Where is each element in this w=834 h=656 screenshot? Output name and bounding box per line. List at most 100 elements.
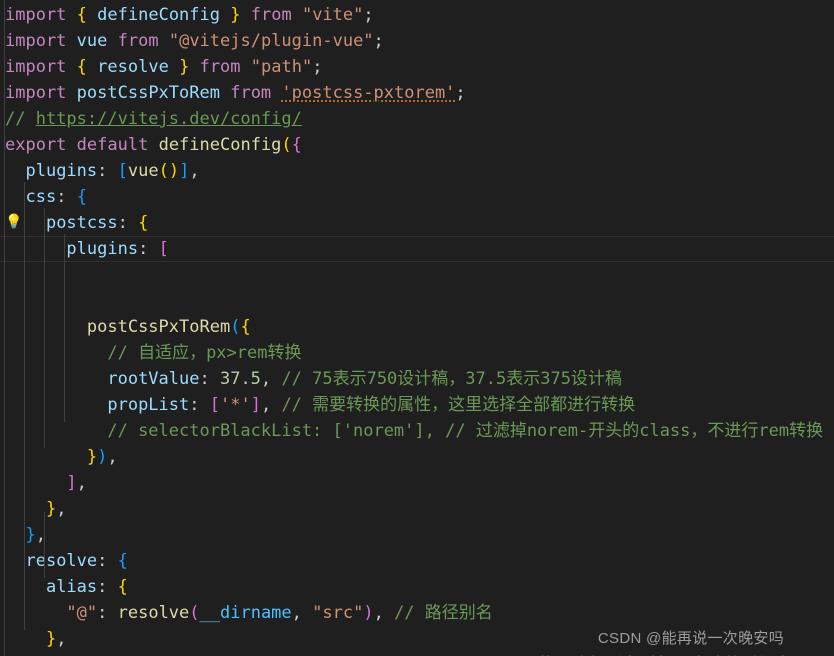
code-line[interactable]: }, xyxy=(0,626,834,652)
code-line[interactable]: import { resolve } from "path"; xyxy=(0,54,834,80)
code-token: ) xyxy=(97,447,108,467)
code-token: export xyxy=(5,135,67,155)
code-token: , xyxy=(35,525,46,545)
lightbulb-icon[interactable]: 💡 xyxy=(5,214,22,230)
code-token: ; xyxy=(373,31,384,51)
code-token: // 75表示750设计稿，37.5表示375设计稿 xyxy=(281,369,622,389)
code-line[interactable]: alias: { xyxy=(0,574,834,600)
code-token: } xyxy=(45,499,57,519)
code-editor[interactable]: import { defineConfig } from "vite"; impo… xyxy=(0,0,834,656)
code-token: postCssPxToRem xyxy=(76,83,220,103)
code-token: { xyxy=(76,5,87,25)
code-token: __dirname xyxy=(199,603,292,623)
code-token: { xyxy=(138,213,149,233)
code-token: , xyxy=(189,161,200,181)
code-token: // selectorBlackList: ['norem'], // 过滤掉n… xyxy=(107,421,824,441)
code-token: , xyxy=(56,629,67,649)
code-token: , xyxy=(56,499,67,519)
code-line[interactable]: plugins: [vue()], xyxy=(0,158,834,184)
code-line[interactable]: css: { xyxy=(0,184,834,210)
code-line[interactable]: }), xyxy=(0,444,834,470)
code-line[interactable]: postcss: { xyxy=(0,210,834,236)
code-line[interactable]: import postCssPxToRem from 'postcss-pxto… xyxy=(0,80,834,106)
code-token: ( xyxy=(281,135,292,155)
code-line[interactable]: "@": resolve(__dirname, "src"), // 路径别名 xyxy=(0,600,834,626)
code-token: import xyxy=(5,31,67,51)
code-token: : xyxy=(189,395,210,415)
code-line[interactable]: import { defineConfig } from "vite"; xyxy=(0,2,834,28)
code-token: plugins xyxy=(25,161,98,181)
code-token: : xyxy=(199,369,220,389)
code-line[interactable]: export default defineConfig({ xyxy=(0,132,834,158)
code-token: , xyxy=(260,395,282,415)
code-token: propList xyxy=(107,395,190,415)
code-token: resolve xyxy=(25,551,98,571)
code-line[interactable]: }, xyxy=(0,496,834,522)
code-token: // 自适应，px>rem转换 xyxy=(107,343,302,363)
code-token: ] xyxy=(179,161,190,181)
code-token: { xyxy=(117,577,128,597)
code-token: "vite" xyxy=(301,5,364,25)
code-token: rootValue xyxy=(107,369,200,389)
code-line[interactable]: plugins: [ xyxy=(0,236,834,262)
code-line[interactable]: ], xyxy=(0,470,834,496)
code-line[interactable]: propList: ['*'], // 需要转换的属性，这里选择全部都进行转换 xyxy=(0,392,834,418)
code-line[interactable]: // https://vitejs.dev/config/ xyxy=(0,106,834,132)
code-token: "src" xyxy=(312,603,364,623)
code-content[interactable]: import { defineConfig } from "vite"; impo… xyxy=(0,0,834,656)
code-token: , xyxy=(291,603,313,623)
code-token: import xyxy=(5,57,67,77)
code-token: } xyxy=(179,57,190,77)
code-line[interactable]: // 自适应，px>rem转换 xyxy=(0,340,834,366)
code-token: ; xyxy=(312,57,323,77)
code-token: { xyxy=(76,187,87,207)
code-token: : xyxy=(117,213,139,233)
code-token: 37.5 xyxy=(219,369,261,389)
code-line[interactable] xyxy=(0,288,834,314)
code-token: { xyxy=(291,135,302,155)
code-line[interactable] xyxy=(0,262,834,288)
code-token: 'postcss-pxtorem' xyxy=(281,83,456,103)
code-line[interactable]: import vue from "@vitejs/plugin-vue"; xyxy=(0,28,834,54)
code-token: css xyxy=(25,187,57,207)
code-token: } xyxy=(45,629,57,649)
code-token: postcss xyxy=(45,213,118,233)
code-token: } xyxy=(230,5,241,25)
code-token: ( xyxy=(158,161,169,181)
code-line[interactable]: extensions: [".js", ".json", ".ts", ".vu… xyxy=(0,652,834,656)
code-token: { xyxy=(117,551,128,571)
code-token: import xyxy=(5,83,67,103)
code-line[interactable]: postCssPxToRem({ xyxy=(0,314,834,340)
code-token: : xyxy=(97,603,118,623)
code-line[interactable]: // selectorBlackList: ['norem'], // 过滤掉n… xyxy=(0,418,834,444)
code-token: ; xyxy=(455,83,466,103)
code-token: postCssPxToRem xyxy=(86,317,231,337)
code-line[interactable]: resolve: { xyxy=(0,548,834,574)
code-token: ] xyxy=(250,395,261,415)
code-line[interactable]: rootValue: 37.5, // 75表示750设计稿，37.5表示375… xyxy=(0,366,834,392)
code-token: https://vitejs.dev/config/ xyxy=(35,109,302,129)
code-line[interactable]: }, xyxy=(0,522,834,548)
code-token: default xyxy=(76,135,149,155)
code-token: resolve xyxy=(117,603,190,623)
code-token: : xyxy=(56,187,77,207)
